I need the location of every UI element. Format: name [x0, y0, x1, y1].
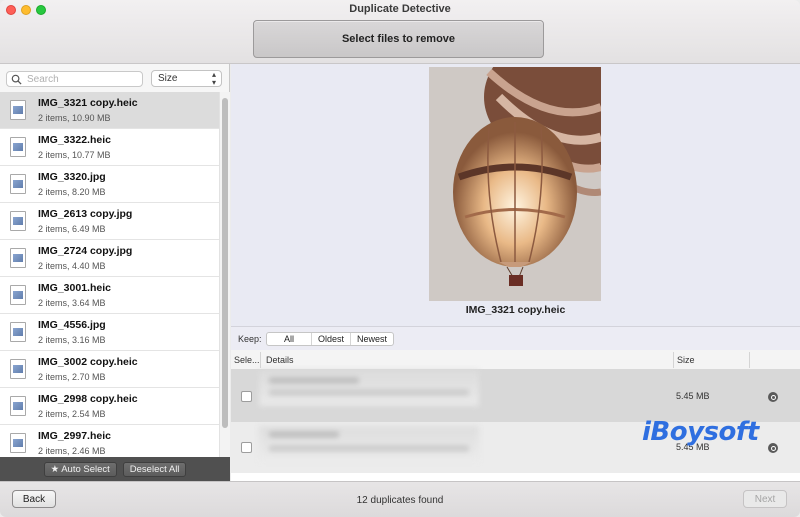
keep-label: Keep: — [238, 334, 262, 344]
row-checkbox[interactable] — [241, 442, 252, 453]
image-file-icon — [10, 100, 26, 120]
file-meta: 2 items, 2.54 MB — [38, 409, 106, 419]
file-meta: 2 items, 10.77 MB — [38, 150, 111, 160]
image-file-icon — [10, 322, 26, 342]
file-meta: 2 items, 10.90 MB — [38, 113, 111, 123]
status-text: 12 duplicates found — [356, 495, 444, 506]
file-list-item[interactable]: IMG_2997.heic 2 items, 2.46 MB — [0, 425, 219, 457]
image-file-icon — [10, 359, 26, 379]
file-name: IMG_2998 copy.heic — [38, 393, 138, 405]
keep-bar: Keep: All Oldest Newest — [231, 326, 800, 350]
file-name: IMG_3001.heic — [38, 282, 111, 294]
column-divider — [260, 352, 261, 368]
file-meta: 2 items, 3.64 MB — [38, 298, 106, 308]
file-list-item[interactable]: IMG_3002 copy.heic 2 items, 2.70 MB — [0, 351, 219, 388]
file-meta: 2 items, 2.70 MB — [38, 372, 106, 382]
search-input[interactable] — [27, 73, 137, 85]
file-meta: 2 items, 4.40 MB — [38, 261, 106, 271]
bottom-bar: Back 12 duplicates found Next — [0, 481, 800, 517]
image-file-icon — [10, 433, 26, 453]
file-meta: 2 items, 6.49 MB — [38, 224, 106, 234]
window-title: Duplicate Detective — [349, 3, 451, 15]
deselect-all-button[interactable]: Deselect All — [122, 461, 187, 477]
blurred-details — [259, 370, 479, 406]
file-meta: 2 items, 8.20 MB — [38, 187, 106, 197]
image-file-icon — [10, 248, 26, 268]
duplicate-file-list: IMG_3321 copy.heic 2 items, 10.90 MB IMG… — [0, 92, 219, 457]
size-cell: 5.45 MB — [676, 391, 710, 401]
title-bar: Duplicate Detective Select files to remo… — [0, 0, 800, 64]
file-list-item[interactable]: IMG_3320.jpg 2 items, 8.20 MB — [0, 166, 219, 203]
file-meta: 2 items, 3.16 MB — [38, 335, 106, 345]
image-file-icon — [10, 285, 26, 305]
search-field[interactable] — [6, 71, 143, 87]
sidebar: Size ▴▾ IMG_3321 copy.heic 2 items, 10.9… — [0, 64, 230, 481]
image-file-icon — [10, 396, 26, 416]
column-divider — [673, 352, 674, 368]
table-row[interactable]: 5.45 MB — [231, 370, 800, 422]
blurred-details — [259, 426, 479, 462]
file-name: IMG_3321 copy.heic — [38, 97, 138, 109]
auto-select-button[interactable]: ★ Auto Select — [43, 461, 117, 477]
sort-select-value: Size — [158, 73, 178, 84]
select-files-to-remove-button[interactable]: Select files to remove — [253, 20, 544, 58]
keep-oldest-option[interactable]: Oldest — [312, 333, 352, 345]
file-list-item[interactable]: IMG_2613 copy.jpg 2 items, 6.49 MB — [0, 203, 219, 240]
file-list-item[interactable]: IMG_3322.heic 2 items, 10.77 MB — [0, 129, 219, 166]
keep-newest-option[interactable]: Newest — [351, 333, 393, 345]
next-button[interactable]: Next — [743, 490, 787, 508]
file-list-item[interactable]: IMG_3321 copy.heic 2 items, 10.90 MB — [0, 92, 219, 129]
scrollbar-thumb[interactable] — [222, 98, 228, 428]
column-divider — [749, 352, 750, 368]
preview-caption: IMG_3321 copy.heic — [465, 304, 566, 316]
iboysoft-watermark-logo: iBoysoft — [642, 417, 759, 447]
row-checkbox[interactable] — [241, 391, 252, 402]
file-name: IMG_2724 copy.jpg — [38, 245, 133, 257]
updown-chevron-icon: ▴ ▾ — [211, 69, 216, 87]
search-icon — [11, 74, 22, 85]
image-file-icon — [10, 174, 26, 194]
file-list-item[interactable]: IMG_4556.jpg 2 items, 3.16 MB — [0, 314, 219, 351]
image-file-icon — [10, 211, 26, 231]
column-header-details[interactable]: Details — [266, 355, 294, 365]
column-header-select[interactable]: Sele... — [234, 355, 260, 365]
file-name: IMG_3002 copy.heic — [38, 356, 138, 368]
magnifier-icon[interactable] — [768, 443, 778, 453]
file-name: IMG_4556.jpg — [38, 319, 106, 331]
preview-pane: IMG_3321 copy.heic — [231, 64, 800, 326]
file-list-scrollbar[interactable] — [219, 92, 230, 457]
file-list-item[interactable]: IMG_2724 copy.jpg 2 items, 4.40 MB — [0, 240, 219, 277]
file-meta: 2 items, 2.46 MB — [38, 446, 106, 456]
keep-segmented-control: All Oldest Newest — [266, 332, 395, 346]
duplicates-table-header: Sele... Details Size — [231, 350, 800, 370]
sort-select[interactable]: Size ▴ ▾ — [151, 70, 222, 87]
image-file-icon — [10, 137, 26, 157]
photo-preview — [429, 67, 601, 301]
file-name: IMG_3320.jpg — [38, 171, 106, 183]
file-name: IMG_2997.heic — [38, 430, 111, 442]
file-list-item[interactable]: IMG_2998 copy.heic 2 items, 2.54 MB — [0, 388, 219, 425]
column-header-size[interactable]: Size — [677, 355, 695, 365]
app-window: Duplicate Detective Select files to remo… — [0, 0, 800, 517]
file-name: IMG_3322.heic — [38, 134, 111, 146]
file-name: IMG_2613 copy.jpg — [38, 208, 133, 220]
keep-all-option[interactable]: All — [267, 333, 312, 345]
hot-air-balloon-photo — [429, 67, 601, 301]
sidebar-footer: ★ Auto Select Deselect All — [0, 457, 230, 481]
magnifier-icon[interactable] — [768, 392, 778, 402]
file-list-item[interactable]: IMG_3001.heic 2 items, 3.64 MB — [0, 277, 219, 314]
